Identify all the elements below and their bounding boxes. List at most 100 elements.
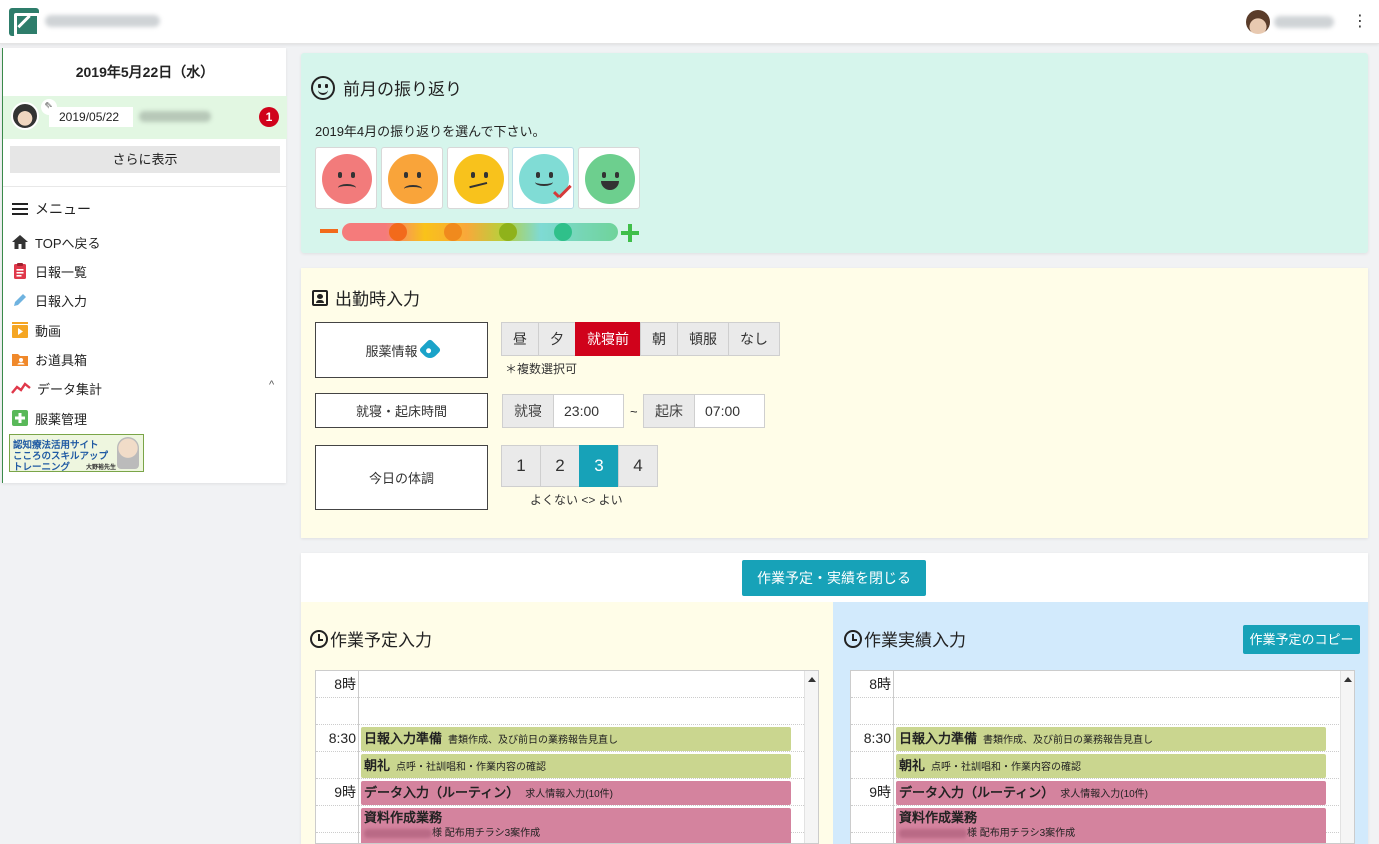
top-bar: ⋮ bbox=[0, 0, 1379, 44]
sidebar-item-medication[interactable]: 服薬管理 bbox=[11, 407, 87, 429]
event-title: 資料作成業務 bbox=[364, 810, 443, 825]
mood-good-button[interactable] bbox=[512, 147, 574, 209]
time-label: 8時 bbox=[334, 676, 356, 692]
neutral-face-icon bbox=[454, 154, 504, 204]
time-label: 8:30 bbox=[328, 730, 356, 746]
bedtime-field[interactable]: 23:00 bbox=[554, 394, 624, 428]
chart-icon bbox=[11, 379, 31, 397]
schedule-event[interactable]: 朝礼 点呼・社訓唱和・作業内容の確認 bbox=[896, 754, 1326, 778]
plus-icon bbox=[621, 224, 639, 242]
medication-option-selected[interactable]: 就寝前 bbox=[575, 322, 641, 356]
sidebar-item-toolbox[interactable]: お道具箱 bbox=[11, 348, 87, 370]
medication-option[interactable]: 頓服 bbox=[677, 322, 729, 356]
schedule-event[interactable]: 日報入力準備 書類作成、及び前日の業務報告見直し bbox=[361, 727, 791, 751]
sidebar-item-label: データ集計 bbox=[37, 381, 103, 397]
reflection-heading: 前月の振り返り bbox=[311, 75, 462, 100]
condition-option[interactable]: 2 bbox=[540, 445, 580, 487]
actual-schedule[interactable]: 8時 8:30 9時 日報入力準備 書類作成、及び前日の業務報告見直し 朝礼 点呼・… bbox=[850, 670, 1355, 844]
medication-option[interactable]: 昼 bbox=[501, 322, 539, 356]
condition-option[interactable]: 1 bbox=[501, 445, 541, 487]
medication-option[interactable]: 夕 bbox=[538, 322, 576, 356]
condition-option[interactable]: 4 bbox=[618, 445, 658, 487]
sidebar-item-label: 服薬管理 bbox=[35, 411, 88, 427]
condition-label: 今日の体調 bbox=[368, 471, 434, 486]
sleep-label-box: 就寝・起床時間 bbox=[315, 393, 488, 428]
medication-options: 昼 夕 就寝前 朝 頓服 なし bbox=[501, 322, 780, 356]
close-work-button[interactable]: 作業予定・実績を閉じる bbox=[742, 560, 926, 596]
waketime-field[interactable]: 07:00 bbox=[695, 394, 765, 428]
schedule-event[interactable]: 朝礼 点呼・社訓唱和・作業内容の確認 bbox=[361, 754, 791, 778]
medication-label: 服薬情報 bbox=[365, 343, 418, 359]
schedule-event[interactable]: 資料作成業務 様 配布用チラシ3案作成 bbox=[896, 808, 1326, 843]
client-name-redacted bbox=[364, 828, 432, 838]
event-desc: 様 配布用チラシ3案作成 bbox=[967, 828, 1076, 839]
sidebar-item-label: 日報一覧 bbox=[35, 264, 88, 280]
time-separator: ~ bbox=[630, 404, 638, 419]
report-entry-row[interactable]: ✎ 2019/05/22 1 bbox=[3, 96, 287, 139]
plan-schedule[interactable]: 8時 8:30 9時 日報入力準備 書類作成、及び前日の業務報告見直し 朝礼 点呼・… bbox=[315, 670, 819, 844]
banner-author: 大野裕先生 bbox=[86, 465, 117, 471]
app-logo-icon[interactable] bbox=[9, 8, 40, 37]
schedule-event[interactable]: データ入力（ルーティン） 求人情報入力(10件) bbox=[361, 781, 791, 805]
schedule-event[interactable]: 日報入力準備 書類作成、及び前日の業務報告見直し bbox=[896, 727, 1326, 751]
event-desc: 書類作成、及び前日の業務報告見直し bbox=[448, 735, 619, 746]
reflection-prompt: 2019年4月の振り返りを選んで下さい。 bbox=[315, 124, 546, 139]
sidebar-item-video[interactable]: 動画 bbox=[11, 319, 61, 341]
sidebar-item-report-list[interactable]: 日報一覧 bbox=[11, 260, 87, 282]
user-avatar[interactable] bbox=[1246, 10, 1270, 34]
notification-badge: 1 bbox=[259, 107, 279, 127]
report-date: 2019/05/22 bbox=[49, 107, 133, 127]
event-title: データ入力（ルーティン） bbox=[364, 785, 520, 800]
video-icon bbox=[11, 321, 29, 339]
medication-option[interactable]: 朝 bbox=[640, 322, 678, 356]
event-title: データ入力（ルーティン） bbox=[899, 785, 1055, 800]
time-label: 8:30 bbox=[863, 730, 891, 746]
scrollbar[interactable] bbox=[1340, 671, 1354, 843]
time-row: 8時 bbox=[316, 671, 806, 698]
chevron-up-icon[interactable]: ^ bbox=[269, 379, 274, 391]
mood-neutral-button[interactable] bbox=[447, 147, 509, 209]
time-label: 8時 bbox=[869, 676, 891, 692]
event-desc: 求人情報入力(10件) bbox=[525, 789, 614, 800]
scrollbar[interactable] bbox=[804, 671, 818, 843]
time-row bbox=[316, 698, 806, 725]
mood-bad-button[interactable] bbox=[381, 147, 443, 209]
hamburger-icon bbox=[11, 200, 29, 218]
very-bad-face-icon bbox=[322, 154, 372, 204]
waketime-input-group: 起床 07:00 bbox=[643, 394, 765, 428]
time-label: 9時 bbox=[334, 784, 356, 800]
condition-option-selected[interactable]: 3 bbox=[579, 445, 619, 487]
user-name-redacted bbox=[1274, 16, 1334, 28]
condition-label-box: 今日の体調 bbox=[315, 445, 488, 510]
attendance-title: 出勤時入力 bbox=[335, 290, 420, 309]
copy-plan-button[interactable]: 作業予定のコピー bbox=[1243, 625, 1360, 654]
cbt-training-banner[interactable]: 認知療法活用サイト こころのスキルアップ トレーニング 大野裕先生 bbox=[9, 434, 144, 473]
home-icon bbox=[11, 233, 29, 251]
plan-pane: 作業予定入力 8時 8:30 9時 日報入力準備 書類作成、及び前日の業務報告見直… bbox=[301, 602, 833, 844]
client-name-redacted bbox=[899, 828, 967, 838]
schedule-event[interactable]: 資料作成業務 様 配布用チラシ3案作成 bbox=[361, 808, 791, 843]
condition-note: よくない <> よい bbox=[530, 493, 623, 507]
sidebar-item-data-stats[interactable]: データ集計 bbox=[11, 377, 102, 399]
mood-very-bad-button[interactable] bbox=[315, 147, 377, 209]
mood-very-good-button[interactable] bbox=[578, 147, 640, 209]
avatar bbox=[11, 102, 39, 130]
clipboard-icon bbox=[11, 262, 29, 280]
sidebar-item-report-input[interactable]: 日報入力 bbox=[11, 289, 87, 311]
time-row: 8時 bbox=[851, 671, 1341, 698]
menu-header[interactable]: メニュー bbox=[11, 198, 91, 220]
sidebar-item-top[interactable]: TOPへ戻る bbox=[11, 231, 101, 253]
schedule-event[interactable]: データ入力（ルーティン） 求人情報入力(10件) bbox=[896, 781, 1326, 805]
more-menu-icon[interactable]: ⋮ bbox=[1352, 12, 1368, 32]
sidebar-item-label: 日報入力 bbox=[35, 293, 88, 309]
minus-icon bbox=[320, 229, 338, 233]
event-title: 日報入力準備 bbox=[899, 731, 978, 746]
bad-face-icon bbox=[388, 154, 438, 204]
show-more-button[interactable]: さらに表示 bbox=[10, 146, 280, 173]
event-desc: 求人情報入力(10件) bbox=[1060, 789, 1149, 800]
medication-option[interactable]: なし bbox=[728, 322, 780, 356]
event-title: 朝礼 bbox=[364, 758, 391, 773]
checkmark-icon bbox=[551, 186, 573, 202]
attendance-card: 出勤時入力 服薬情報 昼 夕 就寝前 朝 頓服 なし ＊複数選択可 就寝・起床時… bbox=[301, 268, 1368, 538]
id-card-icon bbox=[312, 289, 328, 306]
